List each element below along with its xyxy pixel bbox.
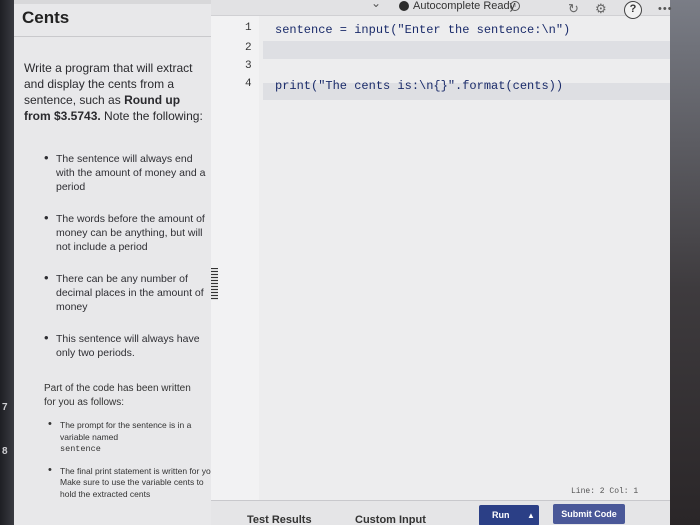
intro-text-end: Note the following: — [100, 109, 203, 123]
editor-bottom-bar: Test Results Custom Input Run ▲ Submit C… — [211, 500, 670, 525]
current-line-highlight — [263, 41, 670, 59]
list-item: The prompt for the sentence is in a vari… — [44, 419, 211, 456]
tab-custom-input[interactable]: Custom Input — [355, 514, 426, 525]
code-notes-list: The prompt for the sentence is in a vari… — [44, 419, 211, 510]
photo-frame-right — [670, 0, 700, 525]
code-variable-name: cents — [173, 477, 195, 487]
editor-toolbar: ⌄ Autocomplete Ready i ↻ ⚙ ? ••• — [211, 0, 673, 19]
autocomplete-status: Autocomplete Ready — [413, 0, 516, 12]
list-item: This sentence will always have only two … — [24, 331, 209, 360]
panel-header-strip — [14, 0, 211, 4]
submit-code-button[interactable]: Submit Code — [553, 504, 625, 524]
line-number: 1 — [245, 22, 252, 34]
list-item: The sentence will always end with the am… — [24, 151, 209, 194]
line-number: 4 — [245, 78, 252, 90]
info-icon[interactable]: i — [510, 1, 520, 11]
cursor-position: Line: 2 Col: 1 — [571, 487, 639, 496]
panel-resize-handle[interactable] — [211, 268, 218, 300]
list-item: There can be any number of decimal place… — [24, 271, 209, 314]
code-editor: ⌄ Autocomplete Ready i ↻ ⚙ ? ••• 1 2 3 4… — [211, 0, 673, 525]
chevron-down-icon[interactable]: ⌄ — [371, 0, 381, 10]
page-title: Cents — [22, 8, 70, 27]
edge-mark: 7 — [2, 402, 8, 413]
edge-mark: 8 — [2, 446, 8, 457]
help-icon[interactable]: ? — [624, 1, 642, 19]
panel-divider — [14, 36, 211, 37]
note-text: The prompt for the sentence is in a vari… — [60, 420, 192, 442]
instructions-panel: Cents Write a program that will extract … — [14, 0, 211, 525]
problem-intro: Write a program that will extract and di… — [24, 60, 209, 124]
reset-icon[interactable]: ↻ — [568, 1, 579, 17]
requirements-list: The sentence will always end with the am… — [24, 151, 209, 378]
line-number-gutter: 1 2 3 4 — [211, 16, 259, 525]
settings-icon[interactable]: ⚙ — [595, 1, 607, 17]
list-item: The words before the amount of money can… — [24, 211, 209, 254]
code-line[interactable]: sentence = input("Enter the sentence:\n"… — [275, 23, 570, 37]
caret-up-icon: ▲ — [527, 511, 535, 520]
list-item: The final print statement is written for… — [44, 465, 211, 501]
code-line[interactable]: print("The cents is:\n{}".format(cents)) — [275, 79, 563, 93]
run-button[interactable]: Run ▲ — [479, 505, 539, 525]
section-heading: Part of the code has been written for yo… — [44, 383, 191, 408]
status-indicator — [399, 1, 409, 11]
code-variable-name: sentence — [60, 444, 101, 454]
line-number: 3 — [245, 60, 252, 72]
run-label: Run — [492, 510, 510, 520]
tab-test-results[interactable]: Test Results — [247, 514, 312, 525]
more-icon[interactable]: ••• — [658, 3, 673, 15]
line-number: 2 — [245, 42, 252, 54]
